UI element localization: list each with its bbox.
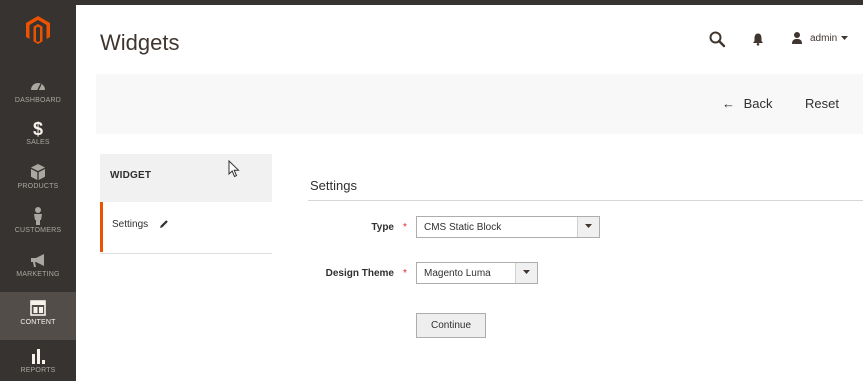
back-button-label: Back [743,96,773,111]
required-mark: * [403,268,407,279]
section-title: Settings [310,178,357,193]
sidebar-item-label: MARKETING [16,271,60,278]
chevron-down-icon [841,35,849,40]
sidebar-item-label: PRODUCTS [17,183,59,190]
box-icon [31,164,45,180]
admin-sidebar: DASHBOARD $ SALES PRODUCTS CUSTOMERS MAR… [0,0,76,381]
type-select-value: CMS Static Block [424,222,502,233]
type-label: Type [371,222,394,233]
admin-user-menu[interactable]: admin [790,31,849,45]
user-icon [792,32,802,44]
megaphone-icon [31,254,44,267]
tab-settings-label: Settings [112,219,149,230]
sidebar-item-sales[interactable]: $ SALES [0,112,76,160]
bar-chart-icon [32,349,45,364]
back-arrow-icon: ← [722,96,735,111]
widget-tabs-panel: WIDGET Settings [100,154,272,254]
notifications-bell-icon[interactable] [751,32,765,46]
layout-icon [30,300,46,316]
tab-settings[interactable]: Settings [100,202,272,252]
back-button[interactable]: ← Back [722,96,773,111]
design-theme-select[interactable]: Magento Luma [416,262,538,284]
sidebar-item-label: CONTENT [20,319,56,326]
type-select[interactable]: CMS Static Block [416,216,600,238]
dashboard-icon [31,83,45,91]
mouse-cursor-icon [228,160,240,178]
dollar-icon: $ [33,119,43,138]
continue-button[interactable]: Continue [416,313,486,338]
sidebar-item-label: SALES [26,139,50,146]
tabs-divider [100,253,272,254]
tabs-heading: WIDGET [100,154,272,202]
sidebar-item-products[interactable]: PRODUCTS [0,156,76,204]
chevron-down-icon [585,224,592,228]
type-select-toggle[interactable] [577,217,599,237]
sidebar-item-label: CUSTOMERS [14,227,62,234]
design-theme-select-toggle[interactable] [515,263,537,283]
search-icon[interactable] [708,30,726,48]
reset-button[interactable]: Reset [805,96,839,111]
sidebar-item-label: REPORTS [20,367,56,374]
chevron-down-icon [523,270,530,274]
sidebar-item-customers[interactable]: CUSTOMERS [0,200,76,248]
pencil-icon [159,220,168,229]
sidebar-item-marketing[interactable]: MARKETING [0,244,76,292]
sidebar-item-content[interactable]: CONTENT [0,292,76,340]
section-divider [308,200,863,201]
top-border [76,0,863,5]
svg-text:$: $ [33,119,43,138]
required-mark: * [403,222,407,233]
person-icon [34,207,42,225]
magento-logo-icon[interactable] [22,14,54,46]
design-theme-label: Design Theme [325,268,394,279]
sidebar-item-dashboard[interactable]: DASHBOARD [0,70,76,118]
page-title: Widgets [100,30,180,55]
design-theme-select-value: Magento Luma [424,268,491,279]
sidebar-item-reports[interactable]: REPORTS [0,340,76,381]
sidebar-item-label: DASHBOARD [14,97,62,104]
admin-username: admin [810,32,838,44]
